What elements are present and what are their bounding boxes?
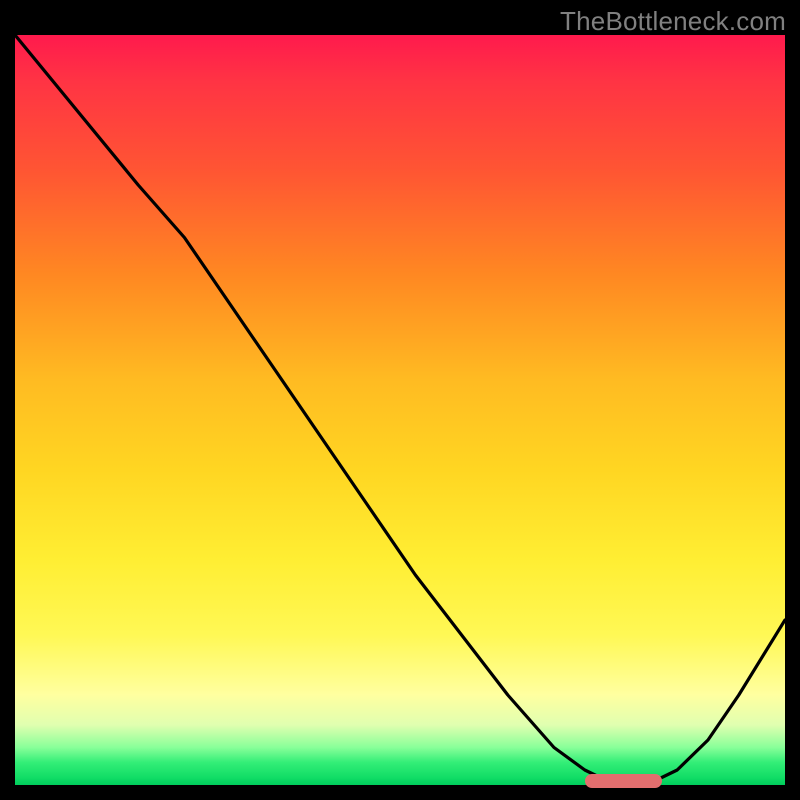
plot-area <box>15 35 785 785</box>
optimum-marker <box>585 774 662 788</box>
bottleneck-curve <box>15 35 785 785</box>
watermark-text: TheBottleneck.com <box>560 6 786 37</box>
curve-path <box>15 35 785 785</box>
chart-frame: TheBottleneck.com <box>0 0 800 800</box>
